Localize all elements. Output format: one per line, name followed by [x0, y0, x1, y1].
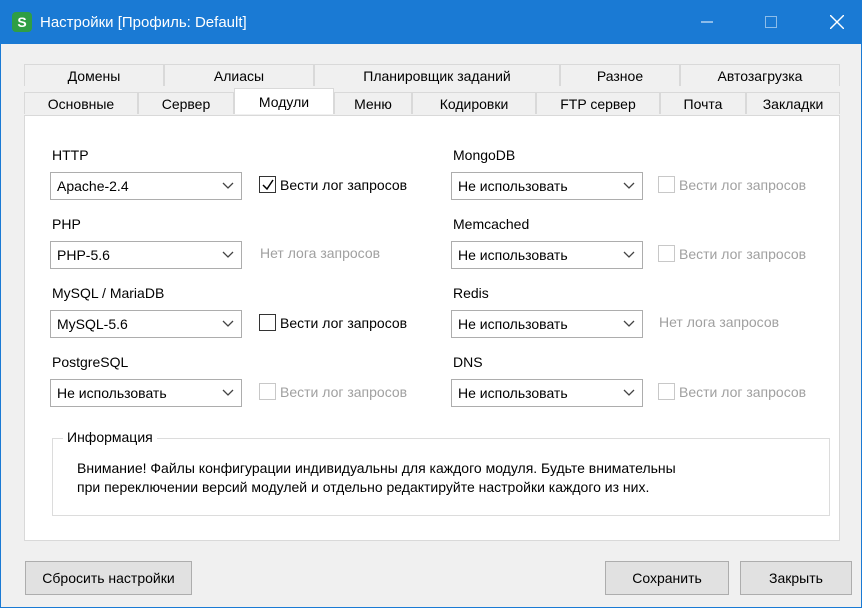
- redis-select[interactable]: Не использовать: [451, 310, 643, 338]
- http-log-checkbox[interactable]: Вести лог запросов: [259, 176, 407, 193]
- chevron-down-icon: [222, 182, 234, 189]
- info-line-2: при переключении версий модулей и отдель…: [77, 479, 650, 495]
- dns-select[interactable]: Не использовать: [451, 379, 643, 407]
- http-select-value: Apache-2.4: [57, 178, 129, 194]
- tab-misc[interactable]: Разное: [560, 64, 680, 86]
- postgresql-select-value: Не использовать: [57, 385, 167, 401]
- tab-modules[interactable]: Модули: [234, 88, 334, 114]
- tab-encodings[interactable]: Кодировки: [412, 92, 536, 114]
- mongodb-log-label: Вести лог запросов: [679, 176, 807, 193]
- php-label: PHP: [52, 216, 81, 232]
- php-select-value: PHP-5.6: [57, 247, 110, 263]
- chevron-down-icon: [222, 251, 234, 258]
- mongodb-select[interactable]: Не использовать: [451, 172, 643, 200]
- tab-scheduler[interactable]: Планировщик заданий: [314, 64, 560, 86]
- mysql-select[interactable]: MySQL-5.6: [50, 310, 242, 338]
- tab-mail[interactable]: Почта: [660, 92, 746, 114]
- minimize-icon: [701, 21, 713, 23]
- window-title: Настройки [Профиль: Default]: [40, 13, 247, 31]
- postgresql-log-label: Вести лог запросов: [280, 383, 408, 400]
- redis-nolog-text: Нет лога запросов: [659, 314, 780, 330]
- app-icon: S: [12, 12, 32, 32]
- maximize-icon: [765, 16, 777, 28]
- maximize-button[interactable]: [748, 0, 794, 44]
- chevron-down-icon: [623, 389, 635, 396]
- close-button[interactable]: Закрыть: [740, 561, 852, 595]
- info-groupbox: Информация Внимание! Файлы конфигурации …: [52, 429, 830, 516]
- tab-domains[interactable]: Домены: [24, 64, 164, 86]
- tab-menu[interactable]: Меню: [334, 92, 412, 114]
- tab-aliases[interactable]: Алиасы: [164, 64, 314, 86]
- minimize-button[interactable]: [684, 0, 730, 44]
- mysql-select-value: MySQL-5.6: [57, 316, 128, 332]
- chevron-down-icon: [222, 389, 234, 396]
- info-text: Внимание! Файлы конфигурации индивидуаль…: [77, 459, 817, 497]
- memcached-log-checkbox: Вести лог запросов: [658, 245, 806, 262]
- tab-server[interactable]: Сервер: [138, 92, 234, 114]
- info-legend: Информация: [63, 429, 157, 445]
- mysql-log-checkbox[interactable]: Вести лог запросов: [259, 314, 407, 331]
- info-line-1: Внимание! Файлы конфигурации индивидуаль…: [77, 460, 676, 476]
- chevron-down-icon: [623, 320, 635, 327]
- dns-label: DNS: [453, 354, 483, 370]
- dns-log-label: Вести лог запросов: [679, 383, 807, 400]
- tab-ftp-server[interactable]: FTP сервер: [536, 92, 660, 114]
- redis-label: Redis: [453, 285, 489, 301]
- mongodb-log-checkbox: Вести лог запросов: [658, 176, 806, 193]
- dns-log-checkbox: Вести лог запросов: [658, 383, 806, 400]
- chevron-down-icon: [623, 251, 635, 258]
- redis-select-value: Не использовать: [458, 316, 568, 332]
- php-select[interactable]: PHP-5.6: [50, 241, 242, 269]
- close-window-button[interactable]: [814, 0, 860, 44]
- memcached-label: Memcached: [453, 216, 530, 232]
- tab-general[interactable]: Основные: [24, 92, 138, 114]
- mysql-log-label: Вести лог запросов: [280, 314, 408, 331]
- mysql-label: MySQL / MariaDB: [52, 285, 165, 301]
- memcached-select[interactable]: Не использовать: [451, 241, 643, 269]
- php-nolog-text: Нет лога запросов: [260, 245, 381, 261]
- chevron-down-icon: [623, 182, 635, 189]
- title-bar[interactable]: S Настройки [Профиль: Default]: [0, 0, 862, 44]
- checkmark-icon: [259, 176, 276, 193]
- postgresql-label: PostgreSQL: [52, 354, 129, 370]
- dns-select-value: Не использовать: [458, 385, 568, 401]
- save-button[interactable]: Сохранить: [605, 561, 729, 595]
- tab-bookmarks[interactable]: Закладки: [746, 92, 840, 114]
- memcached-log-label: Вести лог запросов: [679, 245, 807, 262]
- reset-settings-button[interactable]: Сбросить настройки: [25, 561, 192, 595]
- http-label: HTTP: [52, 147, 89, 163]
- postgresql-select[interactable]: Не использовать: [50, 379, 242, 407]
- memcached-select-value: Не использовать: [458, 247, 568, 263]
- mongodb-label: MongoDB: [453, 147, 516, 163]
- http-select[interactable]: Apache-2.4: [50, 172, 242, 200]
- postgresql-log-checkbox: Вести лог запросов: [259, 383, 407, 400]
- tab-autostart[interactable]: Автозагрузка: [680, 64, 840, 86]
- mongodb-select-value: Не использовать: [458, 178, 568, 194]
- http-log-label: Вести лог запросов: [280, 176, 408, 193]
- close-icon: [830, 15, 844, 29]
- chevron-down-icon: [222, 320, 234, 327]
